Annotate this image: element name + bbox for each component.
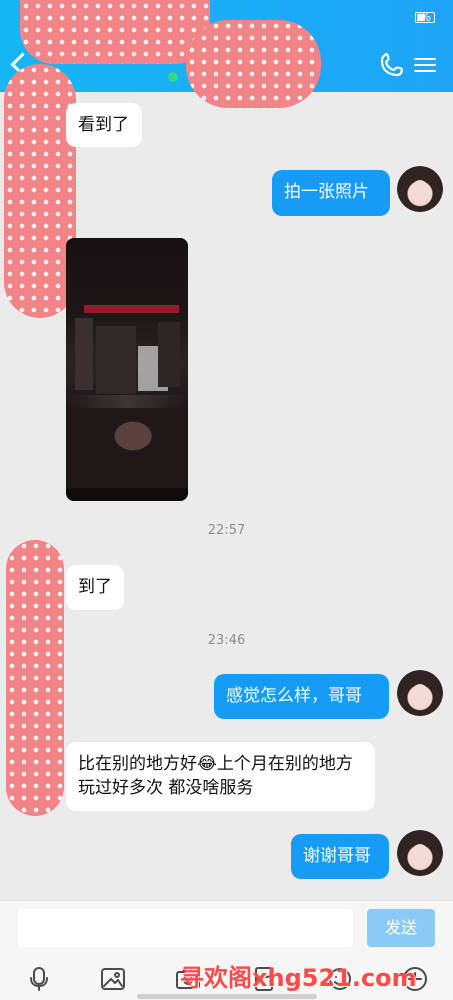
privacy-mask-left-lower xyxy=(6,540,64,816)
privacy-mask-top-right xyxy=(186,20,321,108)
message-incoming: 看到了 xyxy=(66,103,142,147)
privacy-mask-top xyxy=(20,0,210,64)
message-outgoing: 谢谢哥哥 xyxy=(291,834,389,879)
message-incoming: 比在别的地方好😂上个月在别的地方玩过好多次 都没啥服务 xyxy=(66,742,375,811)
phone-icon[interactable] xyxy=(378,50,406,78)
menu-icon[interactable] xyxy=(414,54,436,74)
message-outgoing: 拍一张照片 xyxy=(272,170,390,216)
image-icon[interactable] xyxy=(99,965,127,993)
watermark-text: 寻欢阁xhg521.com xyxy=(180,964,417,992)
timestamp: 22:57 xyxy=(207,523,246,538)
microphone-icon[interactable] xyxy=(25,965,53,993)
timestamp: 23:46 xyxy=(207,633,246,648)
online-indicator xyxy=(168,72,178,82)
avatar[interactable] xyxy=(397,670,443,716)
avatar[interactable] xyxy=(397,830,443,876)
image-message[interactable] xyxy=(66,238,188,501)
gesture-bar xyxy=(137,994,317,999)
message-incoming: 到了 xyxy=(66,565,124,610)
battery-icon xyxy=(415,12,435,23)
message-input[interactable] xyxy=(18,909,353,947)
avatar[interactable] xyxy=(397,166,443,212)
message-outgoing: 感觉怎么样，哥哥 xyxy=(214,674,389,719)
send-button[interactable]: 发送 xyxy=(367,909,435,947)
